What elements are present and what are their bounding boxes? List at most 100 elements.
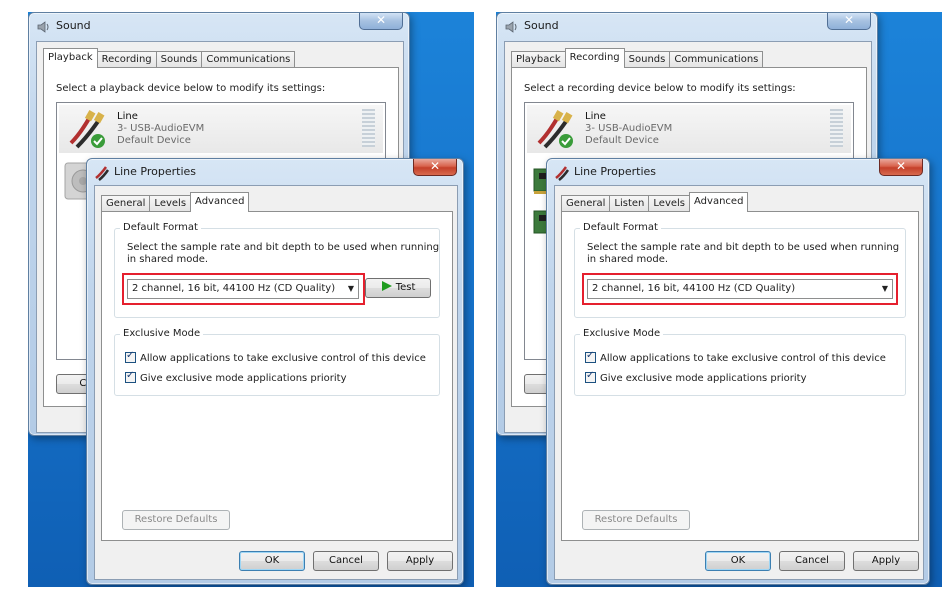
test-button[interactable]: Test	[365, 278, 431, 298]
exclusive-mode-group: Exclusive Mode Allow applications to tak…	[114, 328, 440, 396]
tab-advanced[interactable]: Advanced	[190, 192, 250, 212]
default-format-group: Default Format Select the sample rate an…	[574, 222, 906, 318]
checkbox-checked-icon	[125, 370, 136, 383]
rca-cable-icon	[69, 110, 105, 149]
tab-communications[interactable]: Communications	[201, 51, 296, 68]
cancel-label: Cancel	[329, 555, 363, 566]
allow-exclusive-label: Allow applications to take exclusive con…	[140, 353, 426, 364]
device-subtitle: 3- USB-AudioEVM	[585, 123, 673, 134]
allow-exclusive-checkbox[interactable]: Allow applications to take exclusive con…	[585, 350, 886, 364]
tab-advanced[interactable]: Advanced	[689, 192, 749, 212]
props-title: Line Properties	[114, 165, 197, 178]
sound-title: Sound	[524, 19, 559, 32]
tab-playback[interactable]: Playback	[511, 51, 566, 68]
close-icon: ✕	[843, 13, 855, 27]
default-format-title: Default Format	[120, 222, 201, 233]
cancel-label: Cancel	[795, 555, 829, 566]
exclusive-priority-label: Give exclusive mode applications priorit…	[600, 373, 807, 384]
line-properties-window: Line Properties ✕ General Listen Levels Adv…	[546, 158, 930, 585]
tab-recording[interactable]: Recording	[564, 48, 625, 68]
tab-sounds[interactable]: Sounds	[623, 51, 671, 68]
checkbox-checked-icon	[585, 370, 596, 383]
device-name: Line	[585, 111, 606, 122]
level-meter	[830, 109, 843, 147]
apply-button[interactable]: Apply	[853, 551, 919, 571]
device-row-line[interactable]: Line 3- USB-AudioEVM Default Device	[59, 105, 383, 153]
default-format-group: Default Format Select the sample rate an…	[114, 222, 440, 318]
ok-label: OK	[730, 555, 746, 566]
device-name: Line	[117, 111, 138, 122]
speaker-icon	[37, 21, 49, 33]
ok-button[interactable]: OK	[239, 551, 305, 571]
close-icon: ✕	[429, 159, 441, 173]
sound-titlebar[interactable]: Sound ✕	[497, 13, 877, 39]
speaker-icon	[505, 21, 517, 33]
restore-defaults-button[interactable]: Restore Defaults	[582, 510, 690, 530]
format-description-1: Select the sample rate and bit depth to …	[587, 242, 900, 253]
tab-listen[interactable]: Listen	[609, 195, 650, 212]
test-label: Test	[395, 282, 416, 293]
format-description-1: Select the sample rate and bit depth to …	[127, 242, 440, 253]
default-format-title: Default Format	[580, 222, 661, 233]
sound-tabs: Playback Recording Sounds Communications	[43, 48, 296, 68]
advanced-tabpage: Default Format Select the sample rate an…	[561, 211, 919, 541]
exclusive-mode-group: Exclusive Mode Allow applications to tak…	[574, 328, 906, 396]
close-icon: ✕	[895, 159, 907, 173]
tab-recording[interactable]: Recording	[96, 51, 157, 68]
device-status: Default Device	[585, 135, 659, 146]
tab-general[interactable]: General	[101, 195, 151, 212]
exclusive-priority-checkbox[interactable]: Give exclusive mode applications priorit…	[585, 370, 807, 384]
rca-cable-icon	[537, 110, 573, 149]
checkbox-checked-icon	[125, 350, 136, 363]
ok-label: OK	[264, 555, 280, 566]
tab-general[interactable]: General	[561, 195, 611, 212]
format-description-2: in shared mode.	[587, 254, 669, 265]
sound-tabs: Playback Recording Sounds Communications	[511, 48, 764, 68]
props-tabs: General Listen Levels Advanced	[561, 192, 749, 212]
sound-close-button[interactable]: ✕	[827, 13, 871, 30]
apply-button[interactable]: Apply	[387, 551, 453, 571]
device-row-line[interactable]: Line 3- USB-AudioEVM Default Device	[527, 105, 851, 153]
left-screenshot: Sound ✕ Playback Recording Sounds Communica…	[28, 12, 474, 587]
tab-communications[interactable]: Communications	[669, 51, 764, 68]
sound-close-button[interactable]: ✕	[359, 13, 403, 30]
exclusive-priority-checkbox[interactable]: Give exclusive mode applications priorit…	[125, 370, 347, 384]
ok-button[interactable]: OK	[705, 551, 771, 571]
props-client: General Levels Advanced Default Format Sel…	[94, 185, 458, 580]
recording-instruction: Select a recording device below to modif…	[524, 83, 796, 94]
format-description-2: in shared mode.	[127, 254, 209, 265]
properties-icon	[95, 166, 110, 181]
tab-levels[interactable]: Levels	[149, 195, 192, 212]
allow-exclusive-checkbox[interactable]: Allow applications to take exclusive con…	[125, 350, 426, 364]
format-highlight-box	[122, 273, 365, 305]
apply-label: Apply	[405, 555, 435, 566]
advanced-tabpage: Default Format Select the sample rate an…	[101, 211, 453, 541]
props-client: General Listen Levels Advanced Default Form…	[554, 185, 924, 580]
sound-titlebar[interactable]: Sound ✕	[29, 13, 409, 39]
format-highlight-box	[582, 273, 898, 305]
device-subtitle: 3- USB-AudioEVM	[117, 123, 205, 134]
restore-defaults-label: Restore Defaults	[134, 514, 218, 525]
props-titlebar[interactable]: Line Properties ✕	[547, 159, 929, 185]
cancel-button[interactable]: Cancel	[779, 551, 845, 571]
line-properties-window: Line Properties ✕ General Levels Advanced …	[86, 158, 464, 585]
cancel-button[interactable]: Cancel	[313, 551, 379, 571]
right-screenshot: Sound ✕ Playback Recording Sounds Communica…	[496, 12, 942, 587]
sound-title: Sound	[56, 19, 91, 32]
level-meter	[362, 109, 375, 147]
close-icon: ✕	[375, 13, 387, 27]
props-title: Line Properties	[574, 165, 657, 178]
props-close-button[interactable]: ✕	[413, 159, 457, 176]
restore-defaults-button[interactable]: Restore Defaults	[122, 510, 230, 530]
checkbox-checked-icon	[585, 350, 596, 363]
tab-playback[interactable]: Playback	[43, 48, 98, 68]
exclusive-mode-title: Exclusive Mode	[580, 328, 664, 339]
apply-label: Apply	[871, 555, 901, 566]
props-close-button[interactable]: ✕	[879, 159, 923, 176]
tab-levels[interactable]: Levels	[648, 195, 691, 212]
play-icon	[381, 281, 392, 291]
props-titlebar[interactable]: Line Properties ✕	[87, 159, 463, 185]
allow-exclusive-label: Allow applications to take exclusive con…	[600, 353, 886, 364]
props-tabs: General Levels Advanced	[101, 192, 250, 212]
tab-sounds[interactable]: Sounds	[155, 51, 203, 68]
